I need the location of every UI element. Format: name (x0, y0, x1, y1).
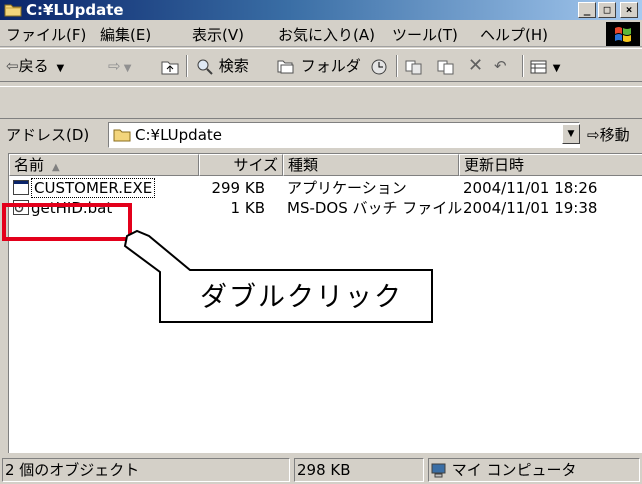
explorer-window: C:¥LUpdate _ □ × ファイル(F) 編集(E) 表示(V) お気に… (0, 0, 642, 484)
callout-bubble (123, 229, 433, 323)
callout-text: ダブルクリック (200, 282, 403, 313)
